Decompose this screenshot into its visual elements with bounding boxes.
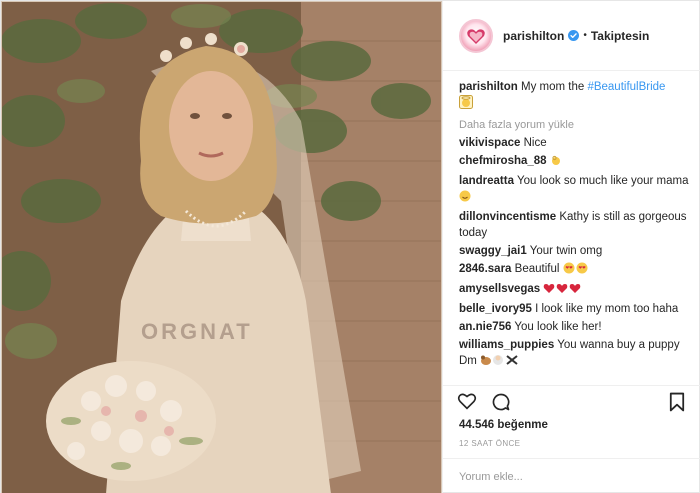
header-username[interactable]: parishilton [503, 29, 564, 43]
hearts-emoji-icon [543, 282, 583, 299]
comment-item: an.nie756 You look like her! [459, 319, 691, 335]
bookmark-icon[interactable] [669, 392, 685, 417]
post-header: parishilton • Takiptesin [443, 1, 700, 71]
comment-text: Nice [523, 137, 547, 149]
add-comment-input[interactable] [459, 470, 659, 483]
puppy-emoji-icons [480, 354, 520, 371]
comment-username[interactable]: swaggy_jai1 [459, 245, 527, 257]
heart-icon[interactable] [457, 392, 477, 415]
comment-text: Your twin omg [529, 245, 603, 257]
post-side-panel: parishilton • Takiptesin parishilton My … [442, 1, 700, 493]
comment-item: williams_puppies You wanna buy a puppy D… [459, 337, 691, 371]
post-actions-bar [443, 385, 700, 415]
comment-item: vikivispace Nice [459, 135, 691, 151]
comment-username[interactable]: landreatta [459, 175, 514, 187]
comment-item: belle_ivory95 I look like my mom too hah… [459, 301, 691, 317]
ok-hand-emoji-icon [550, 154, 562, 171]
comment-icon[interactable] [491, 392, 511, 417]
comment-username[interactable]: 2846.sara [459, 263, 511, 275]
smile-emoji-icon [459, 190, 471, 207]
heart-eyes-emoji-icon [563, 262, 589, 279]
photo-frame [1, 1, 442, 493]
caption-text: My mom the [520, 81, 588, 93]
comment-text: You look so much like your mama [516, 175, 689, 187]
comments-list: parishilton My mom the #BeautifulBride D… [459, 73, 691, 373]
likes-count[interactable]: 44.546 beğenme [459, 419, 548, 431]
verified-badge-icon [568, 30, 580, 41]
comment-username[interactable]: an.nie756 [459, 321, 511, 333]
comment-username[interactable]: williams_puppies [459, 339, 554, 351]
avatar-logo-icon [467, 28, 485, 44]
comment-item: 2846.sara Beautiful [459, 261, 691, 279]
caption-username[interactable]: parishilton [459, 81, 518, 93]
comment-text: Beautiful [514, 263, 560, 275]
avatar[interactable] [459, 18, 493, 53]
post-caption: parishilton My mom the #BeautifulBride [459, 79, 691, 114]
comment-item: dillonvincentisme Kathy is still as gorg… [459, 209, 691, 241]
comment-username[interactable]: belle_ivory95 [459, 303, 532, 315]
post-photo[interactable]: ORGNAT [1, 1, 442, 493]
header-separator: • [583, 30, 587, 41]
comment-text: I look like my mom too haha [535, 303, 679, 315]
comment-item: swaggy_jai1 Your twin omg [459, 243, 691, 259]
comment-item: amysellsvegas [459, 281, 691, 299]
instagram-post: ORGNAT parishilton • Takiptesin parishil… [0, 0, 700, 493]
post-timestamp: 12 SAAT ÖNCE [459, 439, 521, 448]
comment-username[interactable]: vikivispace [459, 137, 520, 149]
caption-hashtag[interactable]: #BeautifulBride [587, 81, 665, 93]
angel-emoji-icon [459, 95, 473, 114]
comment-item: chefmirosha_88 [459, 153, 691, 171]
add-comment-bar [443, 458, 700, 493]
comment-username[interactable]: amysellsvegas [459, 283, 540, 295]
load-more-comments-link[interactable]: Daha fazla yorum yükle [459, 119, 691, 131]
follow-status-button[interactable]: Takiptesin [591, 29, 649, 43]
comment-username[interactable]: chefmirosha_88 [459, 155, 547, 167]
comment-username[interactable]: dillonvincentisme [459, 211, 556, 223]
comment-item: landreatta You look so much like your ma… [459, 173, 691, 207]
comment-text: You look like her! [514, 321, 602, 333]
